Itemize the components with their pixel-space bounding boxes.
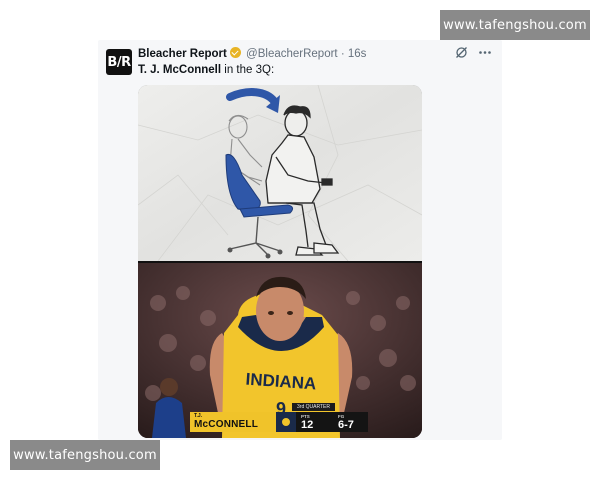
score-bug: T.J. McCONNELL 3rd QUARTER PTS 12 FG 6-7: [190, 403, 368, 432]
tweet-timestamp[interactable]: 16s: [348, 48, 367, 60]
game-photo: INDIANA 9 T.J. McCONNELL 3rd QUARTER PTS…: [138, 263, 422, 438]
tweet-card[interactable]: B/R Bleacher Report @BleacherReport · 16…: [98, 40, 502, 440]
watermark-bottom: www.tafengshou.com: [10, 440, 160, 470]
tweet-header: Bleacher Report @BleacherReport · 16s: [138, 47, 366, 60]
tweet-media[interactable]: INDIANA 9 T.J. McCONNELL 3rd QUARTER PTS…: [138, 85, 422, 438]
tweet-text-rest: in the 3Q:: [221, 64, 275, 76]
quarter-label: 3rd QUARTER: [292, 403, 335, 411]
more-options-icon[interactable]: [478, 46, 492, 62]
watermark-top: www.tafengshou.com: [440, 10, 590, 40]
sketch-illustration: [138, 85, 422, 262]
tweet-text: T. J. McConnell in the 3Q:: [138, 64, 274, 76]
tweet-actions: [455, 46, 492, 62]
fg-value: 6-7: [338, 419, 354, 431]
team-logo-icon: [276, 412, 296, 432]
separator-dot: ·: [340, 48, 345, 60]
pts-value: 12: [301, 419, 314, 431]
player-last-name: McCONNELL: [194, 419, 259, 430]
author-avatar[interactable]: B/R: [106, 49, 132, 75]
tweet-text-bold: T. J. McConnell: [138, 64, 222, 76]
author-handle[interactable]: @BleacherReport: [246, 48, 338, 60]
score-bug-stats: 3rd QUARTER PTS 12 FG 6-7: [292, 403, 368, 432]
verified-badge-icon: [229, 47, 241, 58]
author-name[interactable]: Bleacher Report: [138, 48, 227, 60]
grok-icon[interactable]: [455, 46, 468, 62]
score-bug-player: T.J. McCONNELL: [190, 412, 276, 432]
